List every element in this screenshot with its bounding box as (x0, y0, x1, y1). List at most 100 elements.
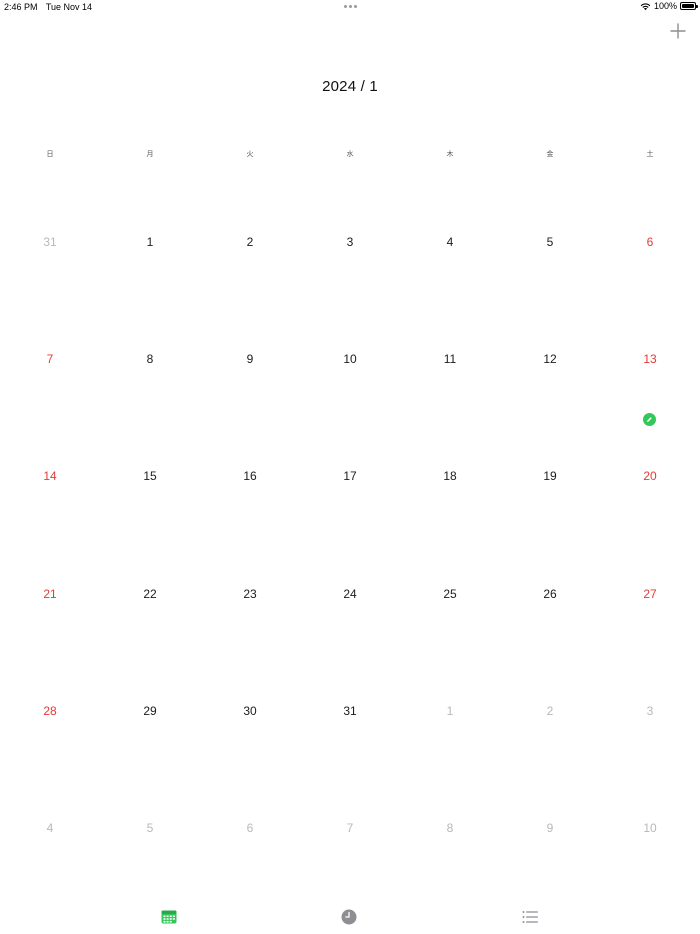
clock-icon (341, 909, 357, 925)
day-cell[interactable]: 12 (500, 297, 600, 414)
day-cell[interactable]: 24 (300, 532, 400, 649)
status-left: 2:46 PM Tue Nov 14 (4, 2, 98, 12)
day-number: 26 (543, 586, 557, 601)
list-icon (522, 911, 538, 923)
tab-bar (0, 900, 700, 934)
day-cell[interactable]: 8 (100, 297, 200, 414)
day-cell[interactable]: 23 (200, 532, 300, 649)
day-cell[interactable]: 10 (300, 297, 400, 414)
day-cell[interactable]: 20 (600, 414, 700, 531)
day-number: 7 (46, 352, 54, 367)
plus-icon (670, 23, 686, 39)
day-number: 11 (443, 352, 457, 367)
day-number: 6 (646, 235, 654, 249)
day-number: 13 (643, 352, 657, 367)
day-number: 19 (543, 469, 557, 484)
weekday-label: 日 (46, 151, 54, 158)
day-number: 15 (143, 469, 157, 484)
day-cell[interactable]: 21 (0, 532, 100, 649)
day-number: 5 (146, 820, 154, 835)
day-cell[interactable]: 28 (0, 649, 100, 766)
day-number: 29 (143, 703, 157, 718)
day-number: 31 (43, 235, 57, 249)
battery-icon (680, 2, 698, 10)
day-number: 17 (343, 469, 357, 484)
day-number: 24 (343, 586, 357, 601)
weekday-label: 月 (146, 151, 154, 158)
day-number: 5 (546, 235, 554, 249)
day-number: 25 (443, 586, 457, 601)
add-button[interactable] (669, 22, 687, 40)
day-cell[interactable]: 2 (200, 180, 300, 297)
day-cell[interactable]: 14 (0, 414, 100, 531)
day-number: 8 (146, 352, 154, 367)
day-number: 2 (546, 703, 554, 718)
day-cell[interactable]: 18 (400, 414, 500, 531)
day-cell[interactable]: 30 (200, 649, 300, 766)
status-date: Tue Nov 14 (45, 2, 93, 12)
day-cell[interactable]: 1 (400, 649, 500, 766)
day-number: 10 (343, 352, 357, 367)
weekday-label: 土 (646, 151, 654, 158)
day-cell[interactable]: 7 (300, 766, 400, 883)
month-title[interactable]: 2024 / 1 (0, 78, 700, 95)
day-cell[interactable]: 9 (200, 297, 300, 414)
day-number: 21 (43, 586, 57, 601)
day-cell[interactable]: 5 (100, 766, 200, 883)
day-cell[interactable]: 1 (100, 180, 200, 297)
day-cell[interactable]: 2 (500, 649, 600, 766)
day-cell[interactable]: 9 (500, 766, 600, 883)
day-number: 14 (43, 469, 57, 484)
day-cell[interactable]: 4 (0, 766, 100, 883)
day-cell[interactable]: 25 (400, 532, 500, 649)
day-cell[interactable]: 29 (100, 649, 200, 766)
status-time: 2:46 PM (4, 2, 38, 12)
status-bar: 2:46 PM Tue Nov 14 100% (0, 0, 700, 14)
day-cell[interactable]: 3 (600, 649, 700, 766)
day-number: 8 (446, 820, 454, 835)
weekday-label: 金 (546, 151, 554, 158)
day-cell[interactable]: 22 (100, 532, 200, 649)
day-cell[interactable]: 6 (200, 766, 300, 883)
day-number: 18 (443, 469, 457, 484)
day-cell[interactable]: 15 (100, 414, 200, 531)
day-number: 3 (346, 235, 354, 249)
wifi-icon (640, 2, 651, 10)
day-cell[interactable]: 17 (300, 414, 400, 531)
day-number: 3 (646, 703, 654, 718)
weekday-label: 木 (446, 151, 454, 158)
day-number: 31 (343, 703, 357, 718)
tab-clock[interactable] (340, 908, 358, 926)
day-number: 23 (243, 586, 257, 601)
day-cell[interactable]: 5 (500, 180, 600, 297)
day-cell[interactable]: 16 (200, 414, 300, 531)
day-cell[interactable]: 8 (400, 766, 500, 883)
day-number: 2 (246, 235, 254, 249)
tab-list[interactable] (521, 908, 539, 926)
day-cell[interactable]: 6 (600, 180, 700, 297)
day-cell[interactable]: 11 (400, 297, 500, 414)
day-cell[interactable]: 27 (600, 532, 700, 649)
day-number: 4 (446, 235, 454, 249)
tab-calendar[interactable] (160, 908, 178, 926)
day-cell[interactable]: 10 (600, 766, 700, 883)
day-cell[interactable]: 31 (300, 649, 400, 766)
weekday-label: 水 (346, 151, 354, 158)
day-number: 16 (243, 469, 257, 484)
day-cell[interactable]: 4 (400, 180, 500, 297)
day-cell[interactable]: 26 (500, 532, 600, 649)
weekday-header: 日月火水木金土 (0, 149, 700, 159)
day-number: 9 (546, 820, 554, 835)
battery-percent: 100% (653, 1, 677, 11)
multitasking-dots-icon[interactable] (340, 0, 360, 12)
day-cell[interactable]: 19 (500, 414, 600, 531)
day-cell[interactable]: 13 (600, 297, 700, 427)
calendar-icon (161, 910, 177, 924)
status-right: 100% (640, 1, 698, 11)
day-cell[interactable]: 3 (300, 180, 400, 297)
day-number: 22 (143, 586, 157, 601)
day-cell[interactable]: 31 (0, 180, 100, 297)
day-number: 30 (243, 703, 257, 718)
day-number: 1 (446, 703, 454, 718)
day-cell[interactable]: 7 (0, 297, 100, 414)
